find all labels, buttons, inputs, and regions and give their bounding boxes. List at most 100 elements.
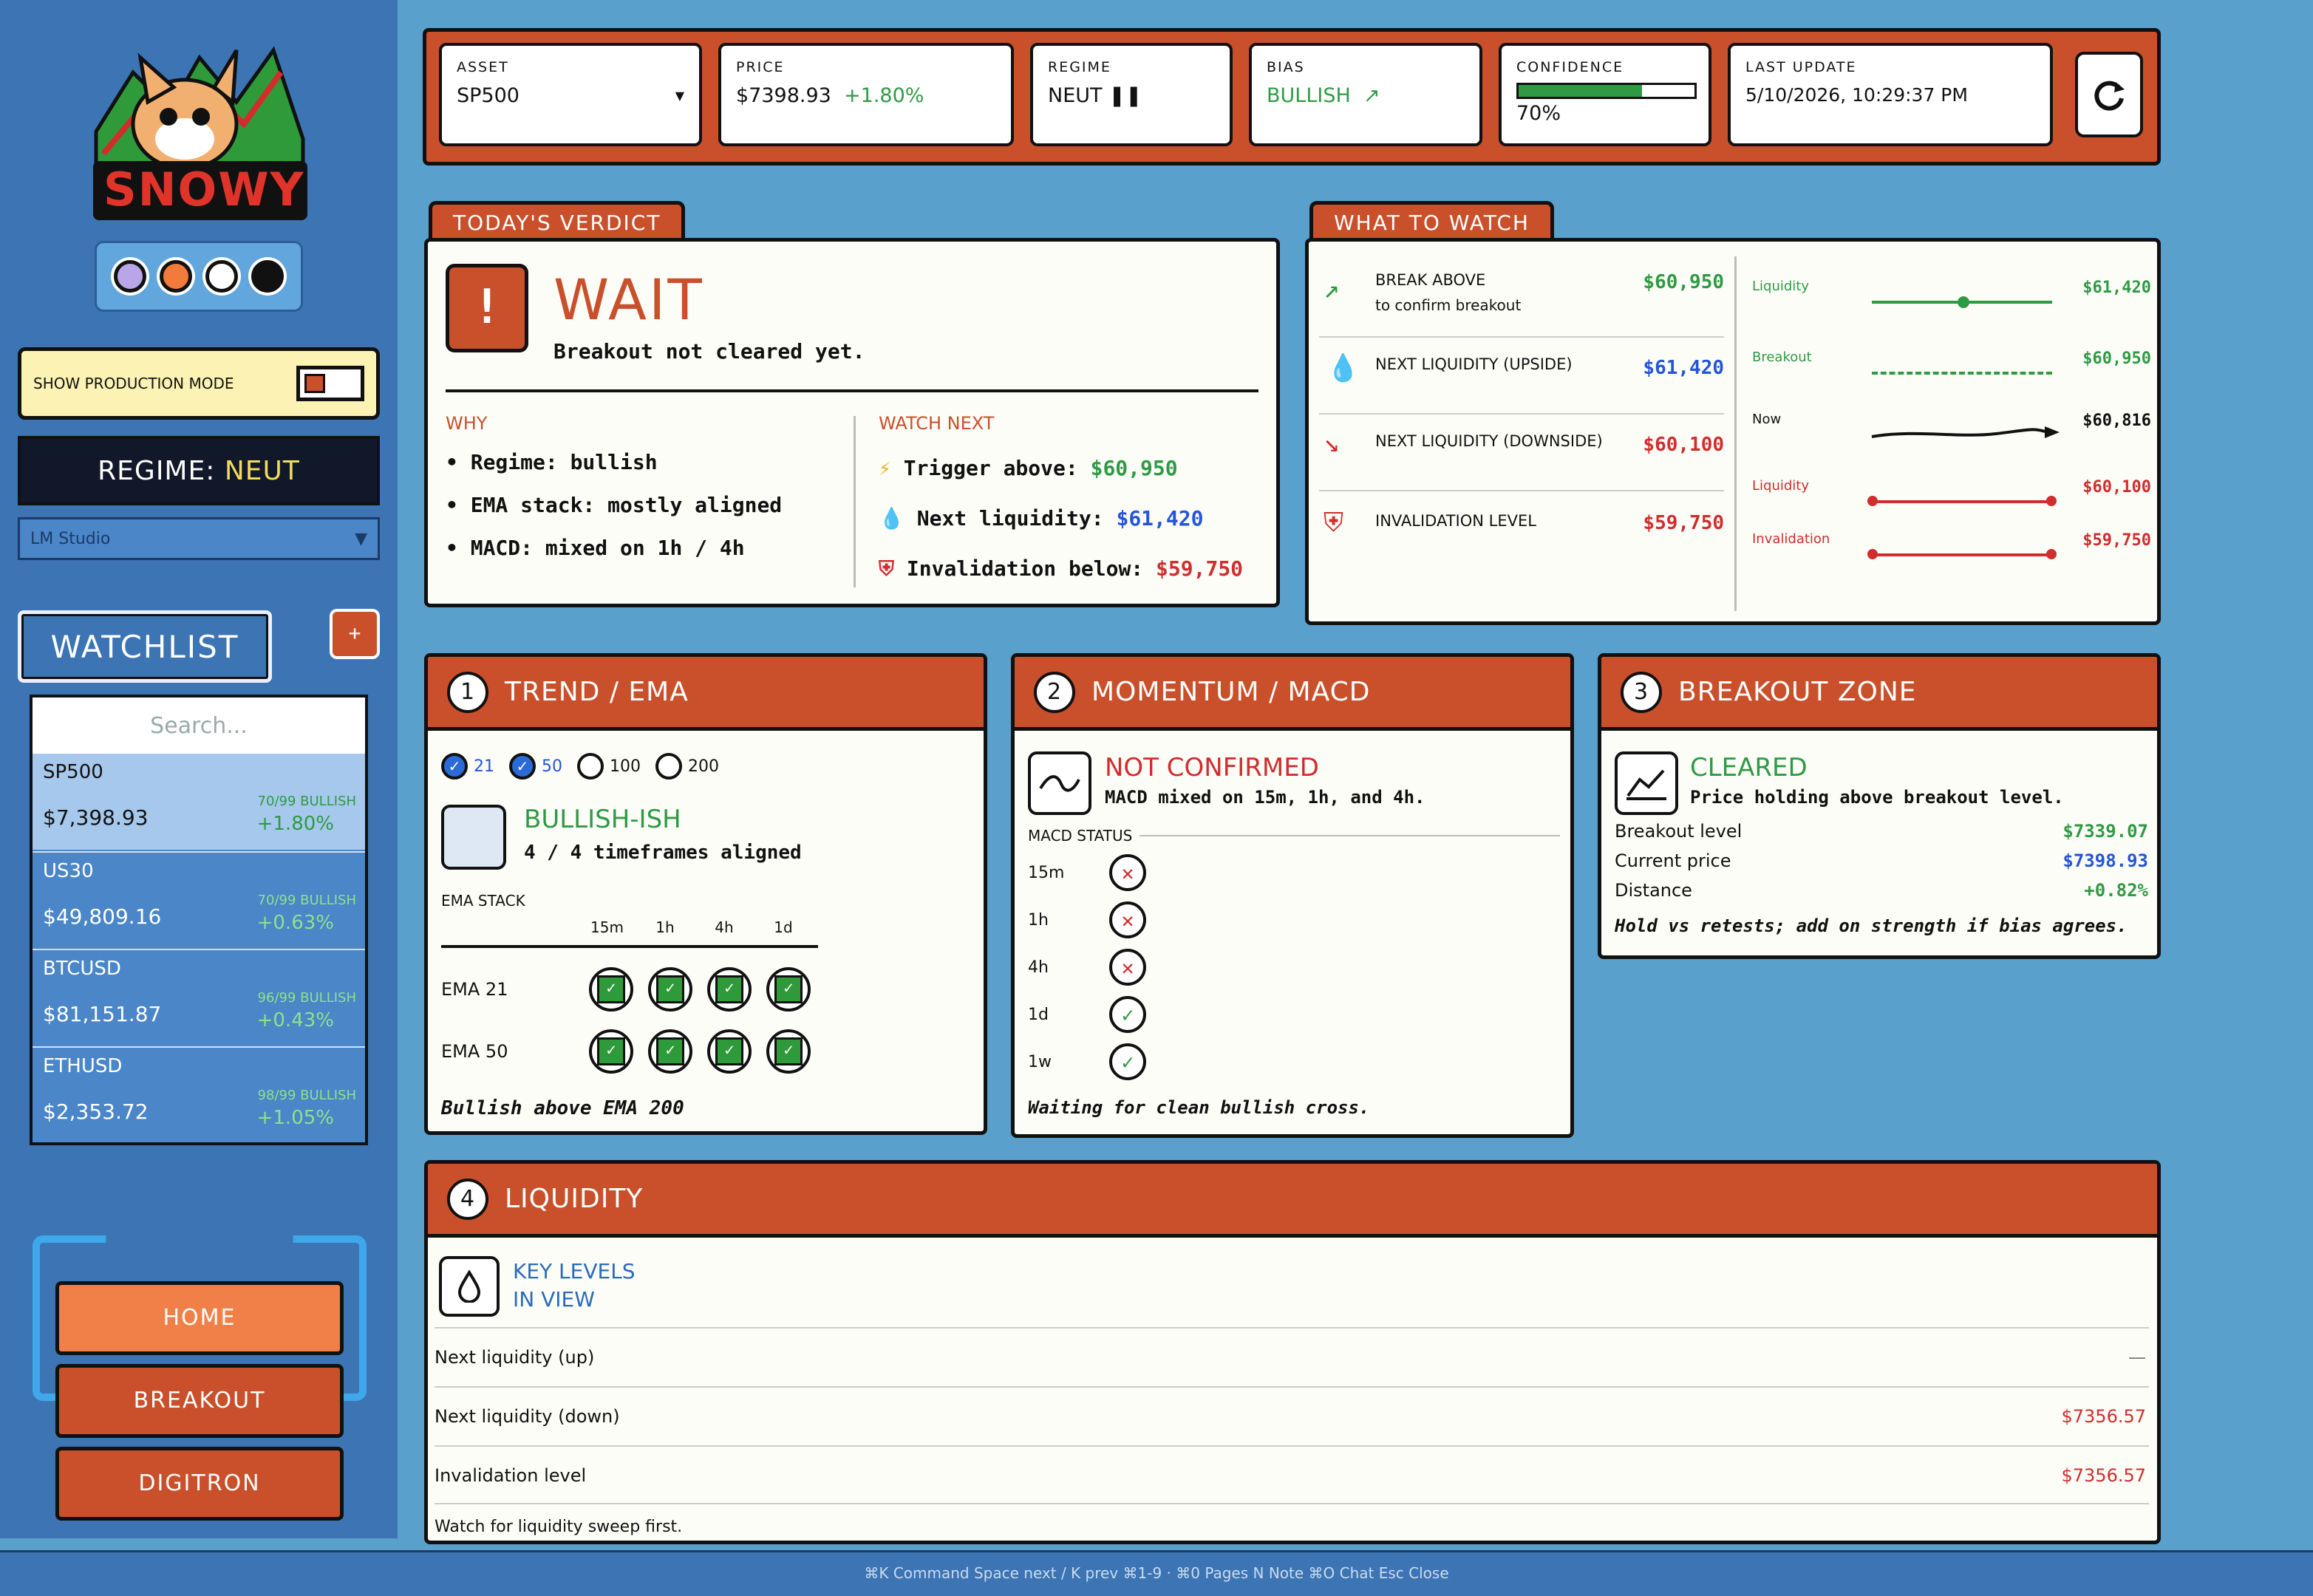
watchlist-item-sp500[interactable]: SP500 $7,398.93 70/99 BULLISH +1.80%: [33, 754, 365, 850]
bias-value: BULLISH: [1267, 84, 1351, 107]
ema-row-21: EMA 21 ✓ ✓ ✓ ✓: [441, 964, 840, 1014]
asset-selector[interactable]: ASSET SP500 ▼: [439, 43, 702, 146]
ladder-dot: [1867, 549, 1878, 559]
watch-item-break-above: ↗ BREAK ABOVE to confirm breakout $60,95…: [1319, 264, 1724, 338]
momentum-macd-header: 2 MOMENTUM / MACD: [1015, 657, 1570, 731]
confidence-bar-fill: [1519, 85, 1642, 97]
ema-toggles: ✓ 21 ✓ 50 100 200: [441, 753, 719, 780]
last-update-value: 5/10/2026, 10:29:37 PM: [1745, 84, 1968, 106]
ema-check-icon: ✓: [766, 967, 811, 1012]
ladder-line: [1872, 500, 2052, 503]
checkbox-empty-icon: [655, 753, 682, 780]
ema-toggle-100[interactable]: 100: [577, 753, 641, 780]
ema-row-50: EMA 50 ✓ ✓ ✓ ✓: [441, 1026, 840, 1077]
ladder-dot: [1958, 296, 1969, 308]
ladder-liquidity-up: Liquidity $61,420: [1752, 279, 2151, 308]
nav-digitron-button[interactable]: DIGITRON: [55, 1447, 344, 1521]
watchlist-search[interactable]: Search...: [33, 698, 365, 754]
theme-dot-purple[interactable]: [114, 260, 146, 293]
toggle-switch[interactable]: [296, 366, 364, 401]
watch-liquidity: 💧 Next liquidity: $61,420: [879, 506, 1204, 531]
chevron-down-icon: ▼: [675, 89, 684, 103]
check-icon: ✓: [1109, 1043, 1146, 1080]
bias-stat: BIAS BULLISH ↗: [1249, 43, 1482, 146]
watch-invalidation: ⛨ Invalidation below: $59,750: [879, 556, 1244, 581]
verdict-subtitle: Breakout not cleared yet.: [553, 339, 865, 364]
ema-table-divider: [441, 945, 818, 948]
watch-column-divider: [1734, 256, 1737, 611]
production-mode-label: SHOW PRODUCTION MODE: [33, 375, 234, 392]
theme-dot-orange[interactable]: [160, 260, 192, 293]
why-label: WHY: [446, 413, 488, 434]
chevron-down-icon: ▼: [355, 529, 367, 548]
verdict-divider: [446, 389, 1258, 392]
ema-check-icon: ✓: [707, 1029, 752, 1074]
sidebar: SNOWY SHOW PRODUCTION MODE REGIME: NEUT …: [0, 0, 398, 1538]
ladder-line: [1872, 372, 2052, 375]
ema-timeframes: 15m 1h 4h 1d: [590, 918, 793, 936]
trend-footer: Bullish above EMA 200: [441, 1097, 684, 1119]
droplet-icon: 💧: [879, 506, 905, 531]
alert-icon: !: [446, 264, 528, 352]
watchlist-search-placeholder: Search...: [150, 712, 248, 739]
momentum-status: NOT CONFIRMED: [1105, 753, 1319, 782]
ladder-invalidation: Invalidation $59,750: [1752, 531, 2151, 561]
ema-toggle-200[interactable]: 200: [655, 753, 719, 780]
macd-row-1w: 1w ✓: [1028, 1040, 1146, 1084]
price-change: +1.80%: [844, 84, 924, 107]
add-watchlist-button[interactable]: +: [330, 609, 380, 659]
nav-home-button[interactable]: HOME: [55, 1281, 344, 1355]
trend-down-icon: ↘: [1324, 428, 1340, 458]
pause-icon: ❚❚: [1108, 84, 1142, 107]
ladder-line: [1872, 553, 2052, 556]
ema-stack-label: EMA STACK: [441, 892, 525, 910]
macd-row-15m: 15m ✕: [1028, 850, 1146, 895]
shield-icon: ⛨: [1324, 508, 1344, 538]
why-item: • MACD: mixed on 1h / 4h: [446, 536, 745, 560]
checkbox-empty-icon: [577, 753, 604, 780]
theme-dot-white[interactable]: [205, 260, 238, 293]
ema-check-icon: ✓: [707, 967, 752, 1012]
ladder-dot: [1867, 496, 1878, 506]
confidence-stat: CONFIDENCE 70%: [1499, 43, 1711, 146]
watch-item-next-liquidity-down: ↘ NEXT LIQUIDITY (DOWNSIDE) $60,100: [1319, 417, 1724, 491]
confidence-value: 70%: [1516, 102, 1561, 125]
ema-check-icon: ✓: [648, 967, 692, 1012]
liquidity-header: 4 LIQUIDITY: [428, 1164, 2157, 1238]
price-value: $7398.93: [736, 84, 831, 107]
what-to-watch-card: ↗ BREAK ABOVE to confirm breakout $60,95…: [1305, 238, 2161, 625]
x-icon: ✕: [1109, 901, 1146, 938]
asset-value: SP500: [457, 84, 520, 107]
ladder-now: Now $60,816: [1752, 412, 2151, 449]
now-arrow-icon: [1871, 426, 2060, 438]
chart-icon: [1615, 751, 1678, 815]
regime-value: NEUT: [224, 455, 300, 486]
macd-status-label: MACD STATUS: [1028, 827, 1560, 845]
watch-item-invalidation: ⛨ INVALIDATION LEVEL $59,750: [1324, 508, 1724, 538]
ema-toggle-50[interactable]: ✓ 50: [509, 753, 562, 780]
refresh-icon: [2094, 81, 2125, 111]
ema-check-icon: ✓: [589, 967, 633, 1012]
brand-logo[interactable]: SNOWY: [89, 21, 310, 228]
ladder-breakout: Breakout $60,950: [1752, 349, 2151, 379]
model-select[interactable]: LM Studio ▼: [18, 517, 380, 560]
production-mode-toggle[interactable]: SHOW PRODUCTION MODE: [18, 347, 380, 420]
ema-check-icon: ✓: [766, 1029, 811, 1074]
watchlist-item-btcusd[interactable]: BTCUSD $81,151.87 96/99 BULLISH +0.43%: [33, 949, 365, 1045]
price-stat: PRICE $7398.93 +1.80%: [718, 43, 1014, 146]
watch-next-label: WATCH NEXT: [879, 413, 995, 434]
watchlist-item-us30[interactable]: US30 $49,809.16 70/99 BULLISH +0.63%: [33, 851, 365, 947]
nav-breakout-button[interactable]: BREAKOUT: [55, 1364, 344, 1438]
macd-label-divider: [1140, 835, 1560, 836]
theme-dot-black[interactable]: [251, 260, 284, 293]
ema-toggle-21[interactable]: ✓ 21: [441, 753, 494, 780]
lightning-icon: ⚡: [879, 456, 891, 480]
shortcuts-footer: ⌘K Command Space next / K prev ⌘1-9 · ⌘0…: [0, 1550, 2313, 1596]
watchlist-item-ethusd[interactable]: ETHUSD $2,353.72 98/99 BULLISH +1.05%: [33, 1046, 365, 1142]
trend-status-sub: 4 / 4 timeframes aligned: [524, 842, 802, 864]
refresh-button[interactable]: [2075, 52, 2143, 137]
theme-picker: [95, 241, 303, 312]
breakout-zone-card: 3 BREAKOUT ZONE CLEARED Price holding abo…: [1598, 653, 2161, 959]
last-update-stat: LAST UPDATE 5/10/2026, 10:29:37 PM: [1728, 43, 2053, 146]
trend-ema-card: 1 TREND / EMA ✓ 21 ✓ 50 100 200 BULLISH-ISH…: [424, 653, 987, 1135]
